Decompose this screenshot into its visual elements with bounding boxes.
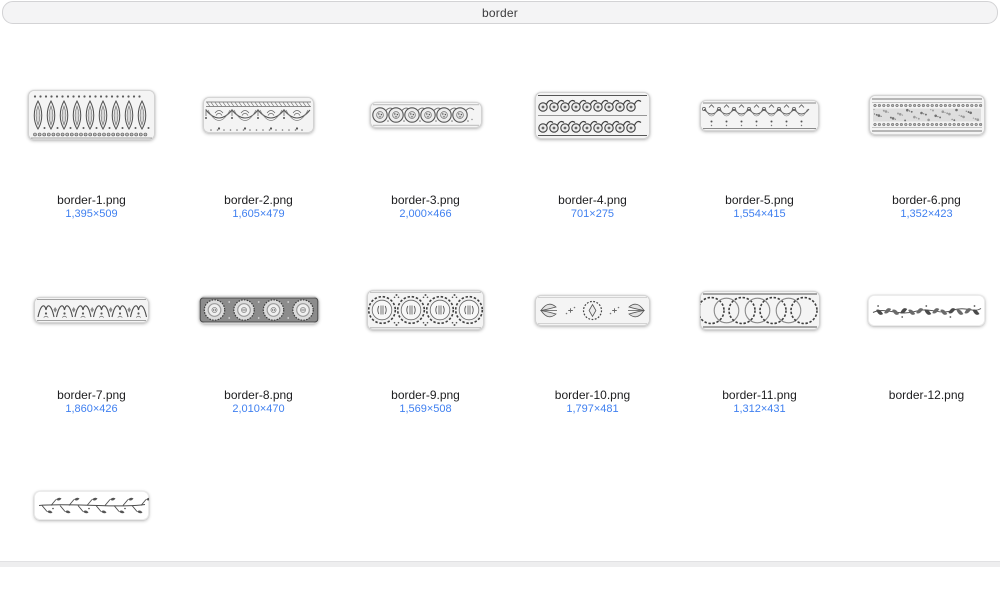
file-grid: border-1.png1,395×509border-2.png1,605×4… (8, 40, 1000, 611)
palmette-ornament-graphic (28, 90, 155, 140)
thumbnail-area (367, 235, 484, 385)
title-bar-field[interactable]: border (2, 1, 998, 24)
file-item-9[interactable]: border-9.png1,569×508 (342, 235, 509, 416)
file-item-5[interactable]: border-5.png1,554×415 (676, 40, 843, 221)
file-name: border-7.png (57, 388, 126, 402)
file-name: border-8.png (224, 388, 293, 402)
window-title: border (482, 6, 518, 20)
file-item-4[interactable]: border-4.png701×275 (509, 40, 676, 221)
thumbnail-area (535, 235, 650, 385)
file-dimensions: 1,605×479 (232, 208, 284, 221)
file-name: border-10.png (555, 388, 630, 402)
file-item-3[interactable]: border-3.png2,000×466 (342, 40, 509, 221)
wave-rows-ornament-graphic (535, 92, 650, 139)
file-dimensions: 1,554×415 (733, 208, 785, 221)
thumbnail-area (868, 235, 985, 385)
file-item-10[interactable]: border-10.png1,797×481 (509, 235, 676, 416)
thumbnail-image[interactable] (28, 90, 155, 140)
file-item-1[interactable]: border-1.png1,395×509 (8, 40, 175, 221)
file-item-11[interactable]: border-11.png1,312×431 (676, 235, 843, 416)
medallion-circles-ornament-graphic (367, 290, 484, 330)
thumbnail-area (700, 40, 819, 190)
leaf-sprig-ornament-graphic (535, 295, 650, 326)
file-item-7[interactable]: border-7.png1,860×426 (8, 235, 175, 416)
file-item-2[interactable]: border-2.png1,605×479 (175, 40, 342, 221)
thumbnail-image[interactable] (370, 102, 482, 128)
thumbnail-image[interactable] (535, 295, 650, 326)
thumbnail-image[interactable] (203, 97, 314, 133)
scroll-wave-ornament-graphic (370, 102, 482, 128)
file-name: border-1.png (57, 193, 126, 207)
thumbnail-image[interactable] (869, 95, 985, 135)
file-dimensions: 1,395×509 (65, 208, 117, 221)
file-dimensions: 701×275 (571, 208, 614, 221)
thumbnail-image[interactable] (700, 100, 819, 131)
thumbnail-area (869, 40, 985, 190)
thumbnail-area (34, 430, 149, 580)
file-item-6[interactable]: border-6.png1,352×423 (843, 40, 1000, 221)
file-item-8[interactable]: border-8.png2,010×470 (175, 235, 342, 416)
thumbnail-area (700, 235, 820, 385)
file-name: border-4.png (558, 193, 627, 207)
file-name: border-5.png (725, 193, 794, 207)
thumbnail-area (535, 40, 650, 190)
file-dimensions: 1,352×423 (900, 208, 952, 221)
thumbnail-image[interactable] (367, 290, 484, 330)
beaded-bands-ornament-graphic (869, 95, 985, 135)
bottom-strip (0, 561, 1000, 567)
file-dimensions: 2,000×466 (399, 208, 451, 221)
file-item-13[interactable] (8, 430, 175, 611)
arch-drop-ornament-graphic (700, 100, 819, 131)
heart-scroll-ornament-graphic (34, 297, 149, 323)
thumbnail-image[interactable] (34, 297, 149, 323)
file-name: border-12.png (889, 388, 964, 402)
file-name: border-6.png (892, 193, 961, 207)
thumbnail-image[interactable] (535, 92, 650, 139)
file-dimensions: 1,860×426 (65, 403, 117, 416)
thumbnail-area (203, 40, 314, 190)
thumbnail-image[interactable] (34, 491, 149, 520)
thumbnail-image[interactable] (868, 295, 985, 326)
file-name: border-3.png (391, 193, 460, 207)
file-name: border-2.png (224, 193, 293, 207)
file-dimensions: 1,569×508 (399, 403, 451, 416)
vine-branch-ornament-graphic (34, 491, 149, 520)
file-name: border-11.png (722, 388, 797, 402)
thumbnail-area (370, 40, 482, 190)
vine-thin-ornament-graphic (868, 295, 985, 326)
file-dimensions: 1,797×481 (566, 403, 618, 416)
coin-circles-ornament-graphic (199, 296, 319, 324)
thumbnail-area (199, 235, 319, 385)
thumbnail-image[interactable] (199, 296, 319, 324)
thumbnail-area (34, 235, 149, 385)
file-dimensions: 1,312×431 (733, 403, 785, 416)
file-name: border-9.png (391, 388, 460, 402)
thumbnail-area (28, 40, 155, 190)
interlocking-rings-ornament-graphic (700, 291, 820, 330)
file-dimensions: 2,010×470 (232, 403, 284, 416)
file-item-12[interactable]: border-12.png (843, 235, 1000, 416)
thumbnail-image[interactable] (700, 291, 820, 330)
swag-garland-ornament-graphic (203, 97, 314, 133)
